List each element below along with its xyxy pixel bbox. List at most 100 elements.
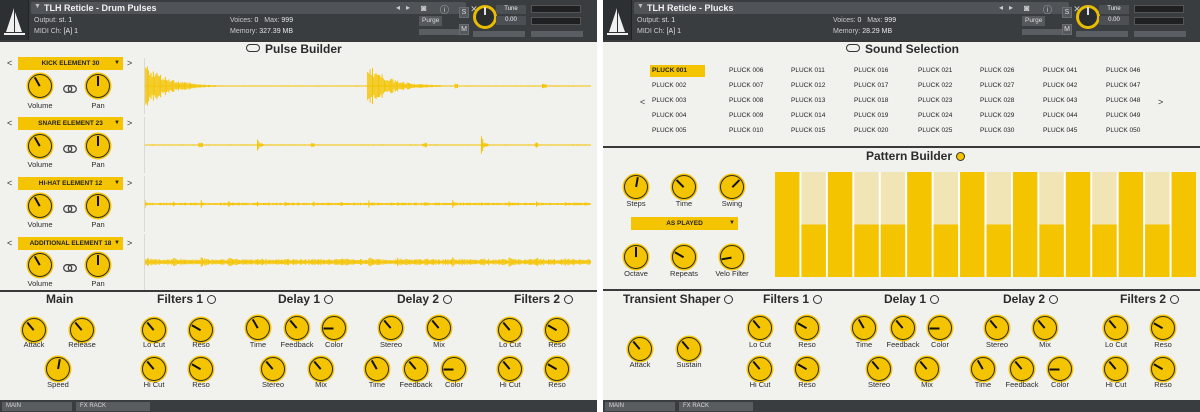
midi-value[interactable]: [A] 1 (667, 28, 681, 35)
reso-knob[interactable] (795, 357, 819, 381)
prev-page-arrow[interactable]: < (640, 97, 645, 107)
feedback-knob[interactable] (285, 316, 309, 340)
step-bar[interactable] (1118, 172, 1144, 277)
pluck-item[interactable]: PLUCK 022 (916, 80, 971, 92)
pluck-item[interactable]: PLUCK 013 (789, 95, 844, 107)
volume-knob[interactable] (28, 253, 52, 277)
volume-slider[interactable] (1134, 31, 1186, 37)
feedback-knob[interactable] (1010, 357, 1034, 381)
pluck-item[interactable]: PLUCK 026 (978, 65, 1033, 77)
pluck-item[interactable]: PLUCK 042 (1041, 80, 1096, 92)
pluck-item[interactable]: PLUCK 025 (916, 125, 971, 137)
volume-slider[interactable] (531, 31, 583, 37)
prev-next-icon[interactable]: ◂▸ (396, 3, 416, 12)
filters1-power-toggle[interactable] (207, 295, 217, 304)
step-bar[interactable] (1145, 224, 1170, 278)
pluck-item[interactable]: PLUCK 029 (978, 110, 1033, 122)
color-knob[interactable] (1048, 357, 1072, 381)
pluck-item[interactable]: PLUCK 030 (978, 125, 1033, 137)
prev-next-icon[interactable]: ◂▸ (999, 3, 1019, 12)
delay1-power-toggle[interactable] (324, 295, 334, 304)
pluck-item[interactable]: PLUCK 016 (852, 65, 907, 77)
delay1-power-toggle[interactable] (930, 295, 940, 304)
locut-knob[interactable] (498, 318, 522, 342)
pluck-item[interactable]: PLUCK 003 (650, 95, 705, 107)
pluck-item[interactable]: PLUCK 015 (789, 125, 844, 137)
step-bar[interactable] (1012, 172, 1038, 277)
delay2-power-toggle[interactable] (1049, 295, 1059, 304)
stereo-knob[interactable] (261, 357, 285, 381)
reso-knob[interactable] (795, 316, 819, 340)
velo-filter-knob[interactable] (720, 245, 744, 269)
pluck-item[interactable]: PLUCK 021 (916, 65, 971, 77)
pluck-item[interactable]: PLUCK 018 (852, 95, 907, 107)
hicut-knob[interactable] (748, 357, 772, 381)
hihat-waveform[interactable] (144, 176, 591, 232)
link-icon[interactable] (63, 85, 77, 93)
pluck-item[interactable]: PLUCK 041 (1041, 65, 1096, 77)
volume-knob[interactable] (28, 194, 52, 218)
additional-waveform[interactable] (144, 234, 591, 290)
pluck-item[interactable]: PLUCK 028 (978, 95, 1033, 107)
tune-value[interactable]: 0.00 (496, 16, 526, 25)
stereo-knob[interactable] (867, 357, 891, 381)
pluck-item[interactable]: PLUCK 010 (727, 125, 782, 137)
octave-knob[interactable] (624, 245, 648, 269)
steps-knob[interactable] (624, 175, 648, 199)
reso-knob[interactable] (189, 318, 213, 342)
delay2-power-toggle[interactable] (443, 295, 453, 304)
step-bar[interactable] (801, 224, 826, 278)
prev-arrow[interactable]: < (7, 118, 12, 128)
reso-knob[interactable] (1151, 316, 1175, 340)
prev-arrow[interactable]: < (7, 178, 12, 188)
repeats-knob[interactable] (672, 245, 696, 269)
pluck-item[interactable]: PLUCK 007 (727, 80, 782, 92)
mix-knob[interactable] (309, 357, 333, 381)
reso-knob[interactable] (545, 318, 569, 342)
element-dropdown[interactable]: HI-HAT ELEMENT 12 ▼ (18, 177, 123, 190)
pluck-item[interactable]: PLUCK 048 (1104, 95, 1159, 107)
info-icon[interactable]: ⓘ (1043, 3, 1052, 16)
pluck-item[interactable]: PLUCK 004 (650, 110, 705, 122)
feedback-knob[interactable] (404, 357, 428, 381)
pluck-item[interactable]: PLUCK 017 (852, 80, 907, 92)
next-arrow[interactable]: > (127, 178, 132, 188)
pluck-item[interactable]: PLUCK 011 (789, 65, 844, 77)
step-bar[interactable] (1092, 224, 1117, 278)
pluck-item[interactable]: PLUCK 050 (1104, 125, 1159, 137)
stereo-knob[interactable] (985, 316, 1009, 340)
swing-knob[interactable] (720, 175, 744, 199)
reso-knob[interactable] (545, 357, 569, 381)
purge-button[interactable]: Purge (419, 16, 443, 26)
step-bar[interactable] (1171, 172, 1196, 277)
color-knob[interactable] (322, 316, 346, 340)
pluck-item[interactable]: PLUCK 045 (1041, 125, 1096, 137)
pattern-step-sequencer[interactable] (775, 172, 1196, 277)
pluck-item[interactable]: PLUCK 006 (727, 65, 782, 77)
max-value[interactable]: 999 (884, 17, 896, 24)
filters1-power-toggle[interactable] (813, 295, 823, 304)
pluck-item[interactable]: PLUCK 012 (789, 80, 844, 92)
info-icon[interactable]: ⓘ (440, 3, 449, 16)
step-bar[interactable] (1039, 224, 1064, 278)
purge-button[interactable]: Purge (1022, 16, 1046, 26)
step-bar[interactable] (1065, 172, 1091, 277)
mix-knob[interactable] (427, 316, 451, 340)
pan-knob[interactable] (86, 74, 110, 98)
locut-knob[interactable] (142, 318, 166, 342)
hicut-knob[interactable] (142, 357, 166, 381)
time-knob[interactable] (365, 357, 389, 381)
step-bar[interactable] (933, 224, 959, 278)
pan-slider[interactable] (1076, 31, 1128, 37)
color-knob[interactable] (442, 357, 466, 381)
pattern-power-toggle[interactable] (956, 152, 966, 161)
filters2-power-toggle[interactable] (564, 295, 574, 304)
snare-waveform[interactable] (144, 117, 591, 173)
mute-button[interactable]: M (459, 24, 469, 35)
pan-knob[interactable] (86, 253, 110, 277)
step-bar[interactable] (827, 172, 853, 277)
feedback-knob[interactable] (891, 316, 915, 340)
time-knob[interactable] (852, 316, 876, 340)
volume-knob[interactable] (28, 134, 52, 158)
sustain-knob[interactable] (677, 337, 701, 361)
